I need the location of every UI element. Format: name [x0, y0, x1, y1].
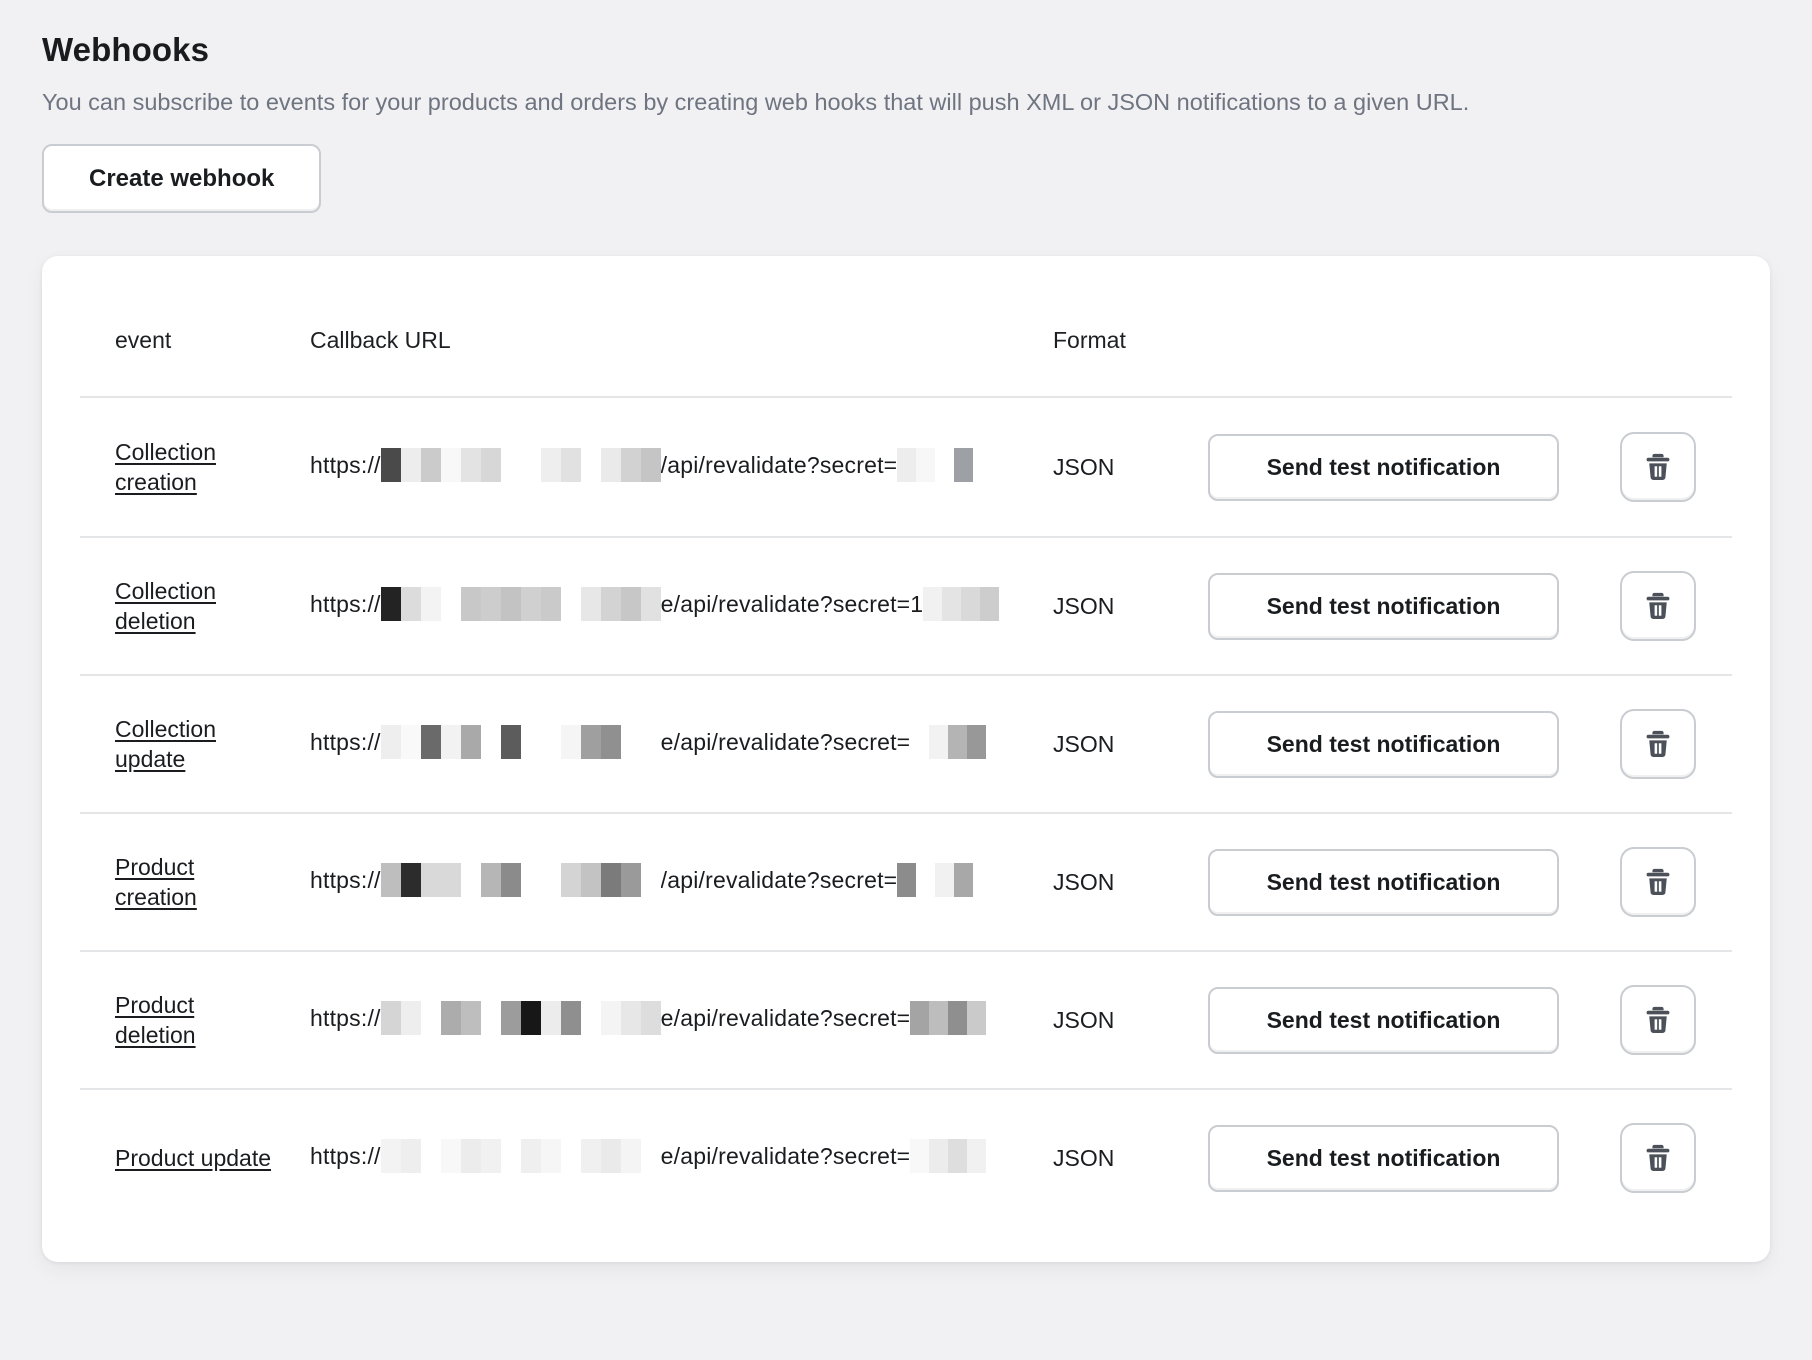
format-value: JSON	[1053, 869, 1208, 896]
url-path: /api/revalidate?secret=	[661, 867, 898, 893]
url-path: e/api/revalidate?secret=	[661, 1143, 911, 1169]
format-value: JSON	[1053, 1145, 1208, 1172]
redacted-secret-blur	[910, 725, 986, 759]
event-cell: Collection deletion	[115, 576, 310, 636]
format-value: JSON	[1053, 731, 1208, 758]
table-row: Product deletion https:// e/api/revalidat…	[80, 950, 1732, 1088]
webhook-event-link[interactable]: Collection update	[115, 714, 280, 774]
action-cell: Send test notification	[1208, 987, 1559, 1054]
redacted-host-blur	[381, 725, 661, 759]
redacted-secret-blur	[897, 863, 973, 897]
delete-cell	[1620, 985, 1696, 1055]
page-title: Webhooks	[42, 0, 1770, 70]
url-prefix: https://	[310, 729, 381, 755]
webhook-event-link[interactable]: Collection deletion	[115, 576, 280, 636]
delete-webhook-button[interactable]	[1620, 847, 1696, 917]
url-path: /api/revalidate?secret=	[661, 452, 898, 478]
format-value: JSON	[1053, 1007, 1208, 1034]
send-test-notification-button[interactable]: Send test notification	[1208, 434, 1559, 501]
trash-icon	[1641, 1141, 1675, 1175]
trash-icon	[1641, 865, 1675, 899]
delete-cell	[1620, 432, 1696, 502]
delete-webhook-button[interactable]	[1620, 709, 1696, 779]
delete-cell	[1620, 571, 1696, 641]
redacted-secret-blur	[923, 587, 999, 621]
table-body: Collection creation https:// /api/revalid…	[80, 398, 1732, 1262]
redacted-secret-blur	[910, 1001, 986, 1035]
callback-url-cell: https:// /api/revalidate?secret=	[310, 865, 1053, 899]
redacted-host-blur	[381, 448, 661, 482]
url-prefix: https://	[310, 452, 381, 478]
webhook-event-link[interactable]: Product update	[115, 1143, 271, 1173]
trash-icon	[1641, 727, 1675, 761]
callback-url-cell: https:// e/api/revalidate?secret=	[310, 1141, 1053, 1175]
redacted-host-blur	[381, 863, 661, 897]
redacted-secret-blur	[910, 1139, 986, 1173]
delete-cell	[1620, 1123, 1696, 1193]
format-value: JSON	[1053, 454, 1208, 481]
url-prefix: https://	[310, 1005, 381, 1031]
trash-icon	[1641, 450, 1675, 484]
delete-webhook-button[interactable]	[1620, 1123, 1696, 1193]
webhook-event-link[interactable]: Product creation	[115, 852, 280, 912]
send-test-notification-button[interactable]: Send test notification	[1208, 711, 1559, 778]
trash-icon	[1641, 1003, 1675, 1037]
webhooks-settings-page: Webhooks You can subscribe to events for…	[0, 0, 1812, 1262]
delete-webhook-button[interactable]	[1620, 985, 1696, 1055]
delete-webhook-button[interactable]	[1620, 432, 1696, 502]
callback-url-cell: https:// /api/revalidate?secret=	[310, 450, 1053, 484]
trash-icon	[1641, 589, 1675, 623]
column-header-format: Format	[1053, 327, 1208, 354]
url-path: e/api/revalidate?secret=	[661, 729, 911, 755]
url-path: e/api/revalidate?secret=	[661, 1005, 911, 1031]
page-description: You can subscribe to events for your pro…	[42, 85, 1477, 120]
table-row: Collection deletion https:// e/api/revali…	[80, 536, 1732, 674]
url-prefix: https://	[310, 1143, 381, 1169]
url-prefix: https://	[310, 591, 381, 617]
send-test-notification-button[interactable]: Send test notification	[1208, 987, 1559, 1054]
send-test-notification-button[interactable]: Send test notification	[1208, 849, 1559, 916]
delete-webhook-button[interactable]	[1620, 571, 1696, 641]
send-test-notification-button[interactable]: Send test notification	[1208, 1125, 1559, 1192]
callback-url-cell: https:// e/api/revalidate?secret=1	[310, 589, 1053, 623]
table-row: Collection creation https:// /api/revalid…	[80, 398, 1732, 536]
action-cell: Send test notification	[1208, 1125, 1559, 1192]
delete-cell	[1620, 709, 1696, 779]
callback-url-cell: https:// e/api/revalidate?secret=	[310, 727, 1053, 761]
redacted-host-blur	[381, 587, 661, 621]
webhooks-table-card: event Callback URL Format Collection cre…	[42, 256, 1770, 1262]
redacted-host-blur	[381, 1139, 661, 1173]
action-cell: Send test notification	[1208, 711, 1559, 778]
event-cell: Collection creation	[115, 437, 310, 497]
send-test-notification-button[interactable]: Send test notification	[1208, 573, 1559, 640]
action-cell: Send test notification	[1208, 434, 1559, 501]
url-prefix: https://	[310, 867, 381, 893]
delete-cell	[1620, 847, 1696, 917]
event-cell: Product deletion	[115, 990, 310, 1050]
event-cell: Product creation	[115, 852, 310, 912]
column-header-callback-url: Callback URL	[310, 327, 1053, 354]
table-row: Product creation https:// /api/revalidate…	[80, 812, 1732, 950]
redacted-host-blur	[381, 1001, 661, 1035]
action-cell: Send test notification	[1208, 573, 1559, 640]
redacted-secret-blur	[897, 448, 973, 482]
create-webhook-button[interactable]: Create webhook	[42, 144, 321, 213]
format-value: JSON	[1053, 593, 1208, 620]
callback-url-cell: https:// e/api/revalidate?secret=	[310, 1003, 1053, 1037]
event-cell: Product update	[115, 1143, 310, 1173]
table-row: Product update https:// e/api/revalidate?…	[80, 1088, 1732, 1226]
url-path: e/api/revalidate?secret=1	[661, 591, 924, 617]
table-header-row: event Callback URL Format	[80, 256, 1732, 398]
table-row: Collection update https:// e/api/revalida…	[80, 674, 1732, 812]
action-cell: Send test notification	[1208, 849, 1559, 916]
webhook-event-link[interactable]: Product deletion	[115, 990, 280, 1050]
column-header-event: event	[115, 327, 310, 354]
event-cell: Collection update	[115, 714, 310, 774]
webhook-event-link[interactable]: Collection creation	[115, 437, 280, 497]
